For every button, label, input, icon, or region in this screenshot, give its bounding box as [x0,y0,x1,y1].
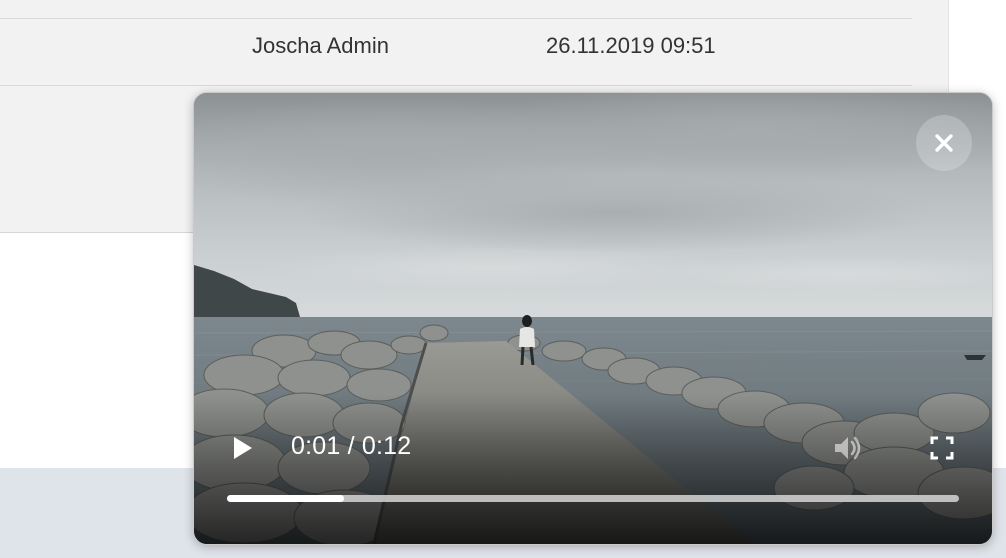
table-row[interactable]: Joscha Admin 26.11.2019 09:51 [0,19,912,86]
play-button[interactable] [230,433,256,463]
fullscreen-button[interactable] [929,435,955,461]
duration: 0:12 [361,432,412,460]
row-author: Joscha Admin [252,33,389,58]
page: Joscha Admin 26.11.2019 09:51 0:01 / 0:1… [0,0,1006,558]
volume-button[interactable] [830,431,864,465]
progress-bar[interactable] [227,495,959,502]
video-player-popup[interactable]: 0:01 / 0:12 [193,92,993,545]
close-button[interactable] [916,115,972,171]
play-icon [234,437,252,459]
current-time: 0:01 [291,432,341,460]
volume-icon [835,436,861,460]
close-icon [935,134,953,152]
time-separator: / [340,432,362,460]
fullscreen-icon [930,436,954,460]
time-display: 0:01 / 0:12 [291,432,411,461]
video-controls: 0:01 / 0:12 [194,394,992,544]
row-date: 26.11.2019 09:51 [546,33,716,58]
progress-fill [227,495,345,502]
